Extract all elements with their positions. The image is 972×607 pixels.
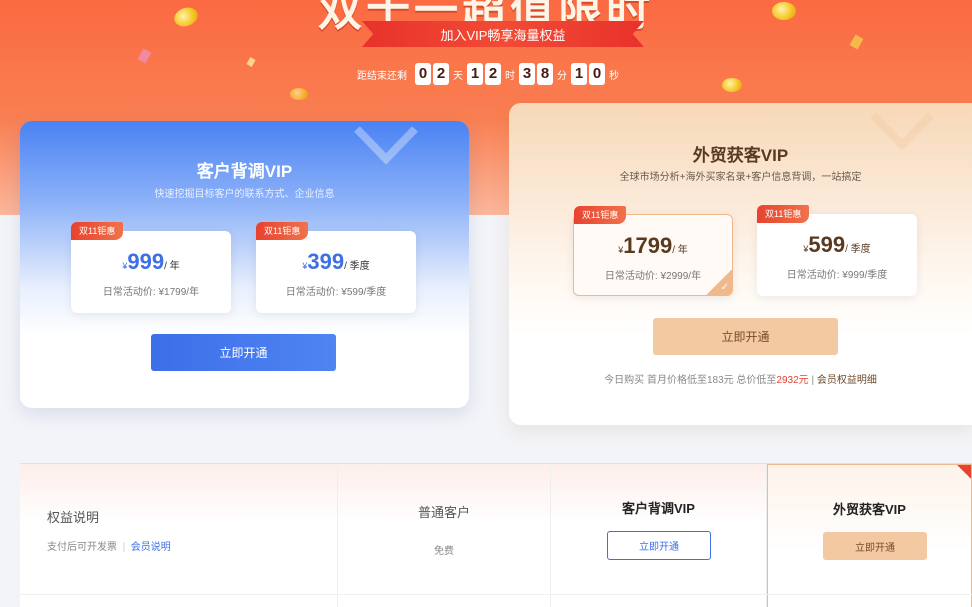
discount-tag: 双11钜惠 bbox=[574, 206, 627, 224]
card-subtitle: 快速挖掘目标客户的联系方式、企业信息 bbox=[154, 189, 335, 200]
discount-tag: 双11钜惠 bbox=[757, 205, 810, 223]
countdown-digit: 0 bbox=[589, 63, 605, 85]
column-header: 外贸获客VIP bbox=[833, 502, 906, 517]
plan-yearly[interactable]: 双11钜惠 ¥1799/ 年 日常活动价: ¥2999/年 ✓ bbox=[573, 206, 733, 296]
plan-price: ¥599/ 季度 bbox=[803, 232, 871, 257]
gold-coin-icon bbox=[722, 78, 742, 92]
confetti-icon bbox=[137, 48, 152, 64]
customer-check-vip-column: 客户背调VIP 立即开通 bbox=[551, 464, 767, 607]
plan-quarterly[interactable]: 双11钜惠 ¥599/ 季度 日常活动价: ¥999/季度 bbox=[757, 205, 917, 296]
regular-price: 日常活动价: ¥599/季度 bbox=[285, 287, 387, 298]
countdown-unit: 分 bbox=[557, 70, 567, 82]
countdown-digit: 2 bbox=[433, 63, 449, 85]
confetti-icon bbox=[246, 57, 256, 67]
regular-price: 日常活动价: ¥999/季度 bbox=[786, 270, 888, 281]
countdown-digit: 0 bbox=[415, 63, 431, 85]
open-trade-vip-button[interactable]: 立即开通 bbox=[653, 318, 838, 355]
card-title: 客户背调VIP bbox=[196, 162, 293, 181]
plan-yearly[interactable]: 双11钜惠 ¥999/ 年 日常活动价: ¥1799/年 bbox=[71, 222, 231, 313]
column-header: 普通客户 bbox=[417, 505, 470, 520]
countdown-digit: 3 bbox=[519, 63, 535, 85]
table-open-customer-check-button[interactable]: 立即开通 bbox=[607, 531, 711, 560]
countdown-digit: 1 bbox=[571, 63, 587, 85]
plan-price: ¥999/ 年 bbox=[122, 249, 180, 274]
card-title: 外贸获客VIP bbox=[692, 146, 789, 165]
corner-badge-icon bbox=[957, 465, 971, 479]
countdown-label: 距结束还剩 bbox=[357, 70, 407, 82]
member-info-link[interactable]: 会员说明 bbox=[131, 542, 171, 553]
countdown-unit: 秒 bbox=[609, 70, 619, 82]
regular-price: 日常活动价: ¥1799/年 bbox=[102, 287, 200, 298]
countdown-timer: 距结束还剩 0 2 天 1 2 时 3 8 分 1 0 秒 bbox=[357, 62, 623, 86]
plan-price: ¥1799/ 年 bbox=[618, 233, 688, 258]
check-icon: ✓ bbox=[706, 269, 732, 295]
customer-check-vip-card: 客户背调VIP 快速挖掘目标客户的联系方式、企业信息 双11钜惠 ¥999/ 年… bbox=[20, 121, 469, 408]
open-customer-check-vip-button[interactable]: 立即开通 bbox=[151, 334, 336, 371]
benefit-subtitle: 支付后可开发票 | 会员说明 bbox=[47, 542, 171, 553]
column-header: 客户背调VIP bbox=[622, 501, 695, 516]
plan-price: ¥399/ 季度 bbox=[302, 249, 370, 274]
trade-vip-column: 外贸获客VIP 立即开通 bbox=[767, 464, 972, 607]
benefit-details-link[interactable]: 会员权益明细 bbox=[817, 375, 877, 386]
benefit-title: 权益说明 bbox=[47, 510, 100, 525]
discount-tag: 双11钜惠 bbox=[71, 222, 124, 240]
card-subtitle: 全球市场分析+海外买家名录+客户信息背调，一站搞定 bbox=[619, 172, 862, 183]
plan-quarterly[interactable]: 双11钜惠 ¥399/ 季度 日常活动价: ¥599/季度 bbox=[256, 222, 416, 313]
discount-tag: 双11钜惠 bbox=[256, 222, 309, 240]
banner-ribbon: 加入VIP畅享海量权益 bbox=[362, 21, 644, 47]
countdown-digit: 2 bbox=[485, 63, 501, 85]
free-label: 免费 bbox=[434, 546, 454, 557]
countdown-unit: 时 bbox=[505, 70, 515, 82]
countdown-unit: 天 bbox=[453, 70, 463, 82]
purchase-note: 今日购买 首月价格低至183元 总价低至2932元 | 会员权益明细 bbox=[604, 375, 877, 386]
benefit-comparison-table: 权益说明 支付后可开发票 | 会员说明 普通客户 免费 客户背调VIP 立即开通… bbox=[20, 463, 972, 607]
regular-customer-column: 普通客户 免费 bbox=[338, 464, 551, 607]
table-open-trade-vip-button[interactable]: 立即开通 bbox=[823, 532, 927, 560]
benefit-column: 权益说明 支付后可开发票 | 会员说明 bbox=[20, 464, 338, 607]
countdown-digit: 1 bbox=[467, 63, 483, 85]
trade-acquisition-vip-card: 外贸获客VIP 全球市场分析+海外买家名录+客户信息背调，一站搞定 双11钜惠 … bbox=[509, 103, 972, 425]
gold-coin-icon bbox=[290, 88, 308, 100]
countdown-digit: 8 bbox=[537, 63, 553, 85]
